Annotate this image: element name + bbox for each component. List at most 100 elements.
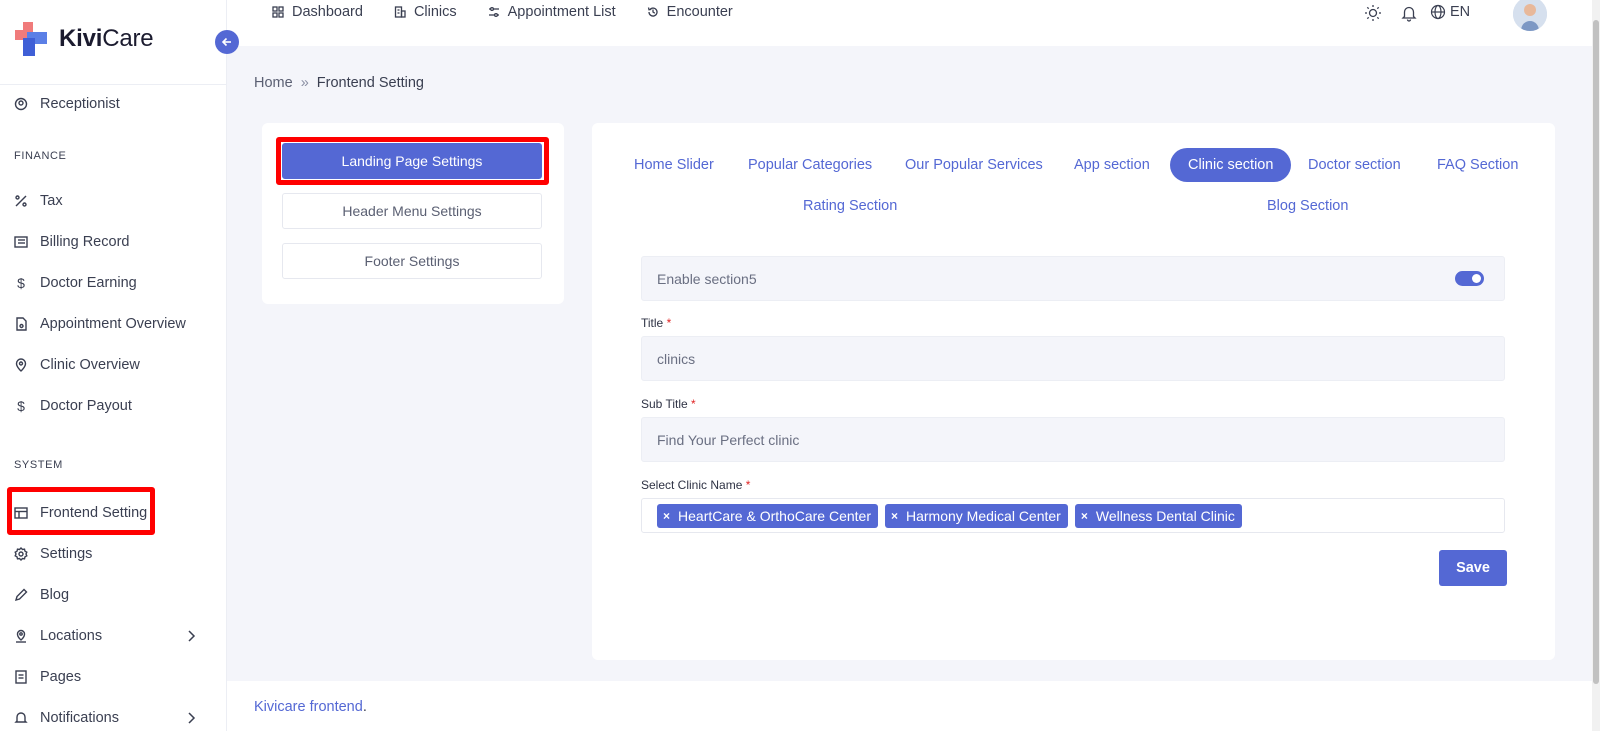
sidebar-item-label: Appointment Overview — [40, 316, 186, 332]
tab-clinic-section[interactable]: Clinic section — [1170, 148, 1292, 182]
tab-popular-categories[interactable]: Popular Categories — [748, 157, 872, 173]
breadcrumb-home[interactable]: Home — [254, 75, 293, 91]
save-button[interactable]: Save — [1439, 550, 1507, 586]
footer: Kivicare frontend. — [227, 681, 1592, 731]
sidebar-item-label: Doctor Earning — [40, 275, 137, 291]
sidebar-item-receptionist[interactable]: Receptionist — [14, 92, 120, 116]
title-label: Title * — [641, 316, 672, 330]
clinic-chip: × HeartCare & OrthoCare Center — [657, 503, 878, 528]
sidebar-item-label: Billing Record — [40, 234, 130, 250]
nav-appointment-list[interactable]: Appointment List — [488, 4, 616, 20]
enable-section-toggle[interactable] — [1455, 271, 1484, 286]
settings-menu-card: Landing Page Settings Header Menu Settin… — [262, 123, 564, 304]
subtitle-input[interactable]: Find Your Perfect clinic — [641, 417, 1505, 462]
page-scrollbar[interactable] — [1592, 0, 1600, 731]
enable-section-row: Enable section5 — [641, 256, 1505, 301]
chevron-right-icon[interactable] — [186, 629, 196, 643]
tab-our-popular-services[interactable]: Our Popular Services — [905, 157, 1043, 173]
sidebar-item-doctor-earning[interactable]: $ Doctor Earning — [14, 271, 137, 295]
billing-icon — [14, 235, 28, 249]
sidebar-item-locations[interactable]: Locations — [14, 624, 102, 648]
nav-clinics[interactable]: Clinics — [394, 4, 457, 20]
bell-icon — [14, 711, 28, 725]
remove-chip-icon[interactable]: × — [1081, 509, 1088, 523]
nav-dashboard[interactable]: Dashboard — [272, 4, 363, 20]
tab-blog-section[interactable]: Blog Section — [1267, 198, 1348, 214]
sidebar-item-notifications[interactable]: Notifications — [14, 706, 119, 730]
arrow-left-icon — [221, 37, 231, 47]
pages-icon — [14, 670, 28, 684]
kivicare-logo-icon — [15, 22, 47, 56]
tab-faq-section[interactable]: FAQ Section — [1437, 157, 1518, 173]
clinic-multiselect[interactable]: × HeartCare & OrthoCare Center × Harmony M… — [641, 498, 1505, 533]
gear-icon — [14, 547, 28, 561]
nav-label: Dashboard — [292, 4, 363, 20]
top-navigation: Dashboard Clinics Appointment List Encou… — [272, 4, 764, 20]
sidebar-item-label: Receptionist — [40, 96, 120, 112]
sidebar-item-clinic-overview[interactable]: Clinic Overview — [14, 353, 140, 377]
brand-logo[interactable]: KiviCare — [15, 22, 154, 56]
bell-icon[interactable] — [1400, 4, 1418, 22]
layout-icon — [14, 506, 28, 520]
sidebar-item-appointment-overview[interactable]: Appointment Overview — [14, 312, 186, 336]
title-input[interactable]: clinics — [641, 336, 1505, 381]
scrollbar-thumb[interactable] — [1593, 20, 1599, 684]
language-label: EN — [1450, 4, 1471, 20]
sidebar-item-blog[interactable]: Blog — [14, 583, 69, 607]
sidebar-item-doctor-payout[interactable]: $ Doctor Payout — [14, 394, 132, 418]
percent-icon — [14, 194, 28, 208]
clinic-name-label: Select Clinic Name * — [641, 478, 751, 492]
header-menu-settings-button[interactable]: Header Menu Settings — [282, 193, 542, 229]
globe-icon — [1430, 4, 1446, 20]
title-input-value: clinics — [657, 350, 696, 367]
section-finance: FINANCE — [14, 150, 67, 162]
nav-label: Encounter — [666, 4, 733, 20]
tab-rating-section[interactable]: Rating Section — [803, 198, 897, 214]
brand-name: KiviCare — [59, 25, 154, 52]
sidebar-item-label: Clinic Overview — [40, 357, 140, 373]
section-system: SYSTEM — [14, 459, 63, 471]
top-right-actions: EN — [1227, 0, 1592, 31]
location-pin-icon — [14, 358, 28, 372]
breadcrumb-separator-icon: » — [300, 75, 309, 91]
subtitle-input-value: Find Your Perfect clinic — [657, 431, 800, 448]
nav-label: Clinics — [413, 4, 457, 20]
sidebar-item-label: Blog — [40, 587, 70, 603]
document-icon — [14, 317, 28, 331]
sun-icon[interactable] — [1364, 4, 1382, 22]
dollar-icon: $ — [17, 275, 25, 291]
clinic-chip: × Harmony Medical Center — [884, 503, 1068, 528]
sidebar-item-label: Doctor Payout — [40, 398, 132, 414]
collapse-sidebar-button[interactable] — [215, 30, 239, 54]
map-pin-icon — [14, 629, 28, 643]
footer-settings-button[interactable]: Footer Settings — [282, 243, 542, 279]
sidebar-item-label: Notifications — [40, 710, 119, 726]
sidebar-item-label: Tax — [40, 193, 63, 209]
building-icon — [394, 6, 406, 18]
landing-page-settings-button[interactable]: Landing Page Settings — [282, 143, 542, 179]
footer-text: Kivicare frontend. — [254, 699, 367, 715]
language-selector[interactable]: EN — [1430, 4, 1470, 20]
nav-label: Appointment List — [507, 4, 616, 20]
remove-chip-icon[interactable]: × — [891, 509, 898, 523]
remove-chip-icon[interactable]: × — [663, 509, 670, 523]
tab-doctor-section[interactable]: Doctor section — [1308, 157, 1401, 173]
grid-icon — [272, 6, 284, 18]
avatar[interactable] — [1513, 0, 1547, 31]
breadcrumb: Home » Frontend Setting — [254, 75, 424, 91]
tab-app-section[interactable]: App section — [1074, 157, 1150, 173]
footer-link[interactable]: Kivicare frontend — [254, 699, 363, 715]
sidebar-item-pages[interactable]: Pages — [14, 665, 81, 689]
chevron-right-icon[interactable] — [186, 711, 196, 725]
sidebar-item-label: Locations — [40, 628, 103, 644]
nav-encounter[interactable]: Encounter — [647, 4, 733, 20]
enable-section-label: Enable section5 — [657, 270, 757, 287]
section-settings-card: Home Slider Popular Categories Our Popul… — [592, 123, 1555, 660]
sidebar-item-tax[interactable]: Tax — [14, 189, 63, 213]
sidebar-item-settings[interactable]: Settings — [14, 542, 92, 566]
tab-home-slider[interactable]: Home Slider — [634, 157, 714, 173]
sliders-icon — [488, 6, 499, 18]
sidebar-item-billing-record[interactable]: Billing Record — [14, 230, 129, 254]
sidebar-item-frontend-setting[interactable]: Frontend Setting — [14, 501, 147, 525]
sidebar-item-label: Pages — [40, 669, 82, 685]
